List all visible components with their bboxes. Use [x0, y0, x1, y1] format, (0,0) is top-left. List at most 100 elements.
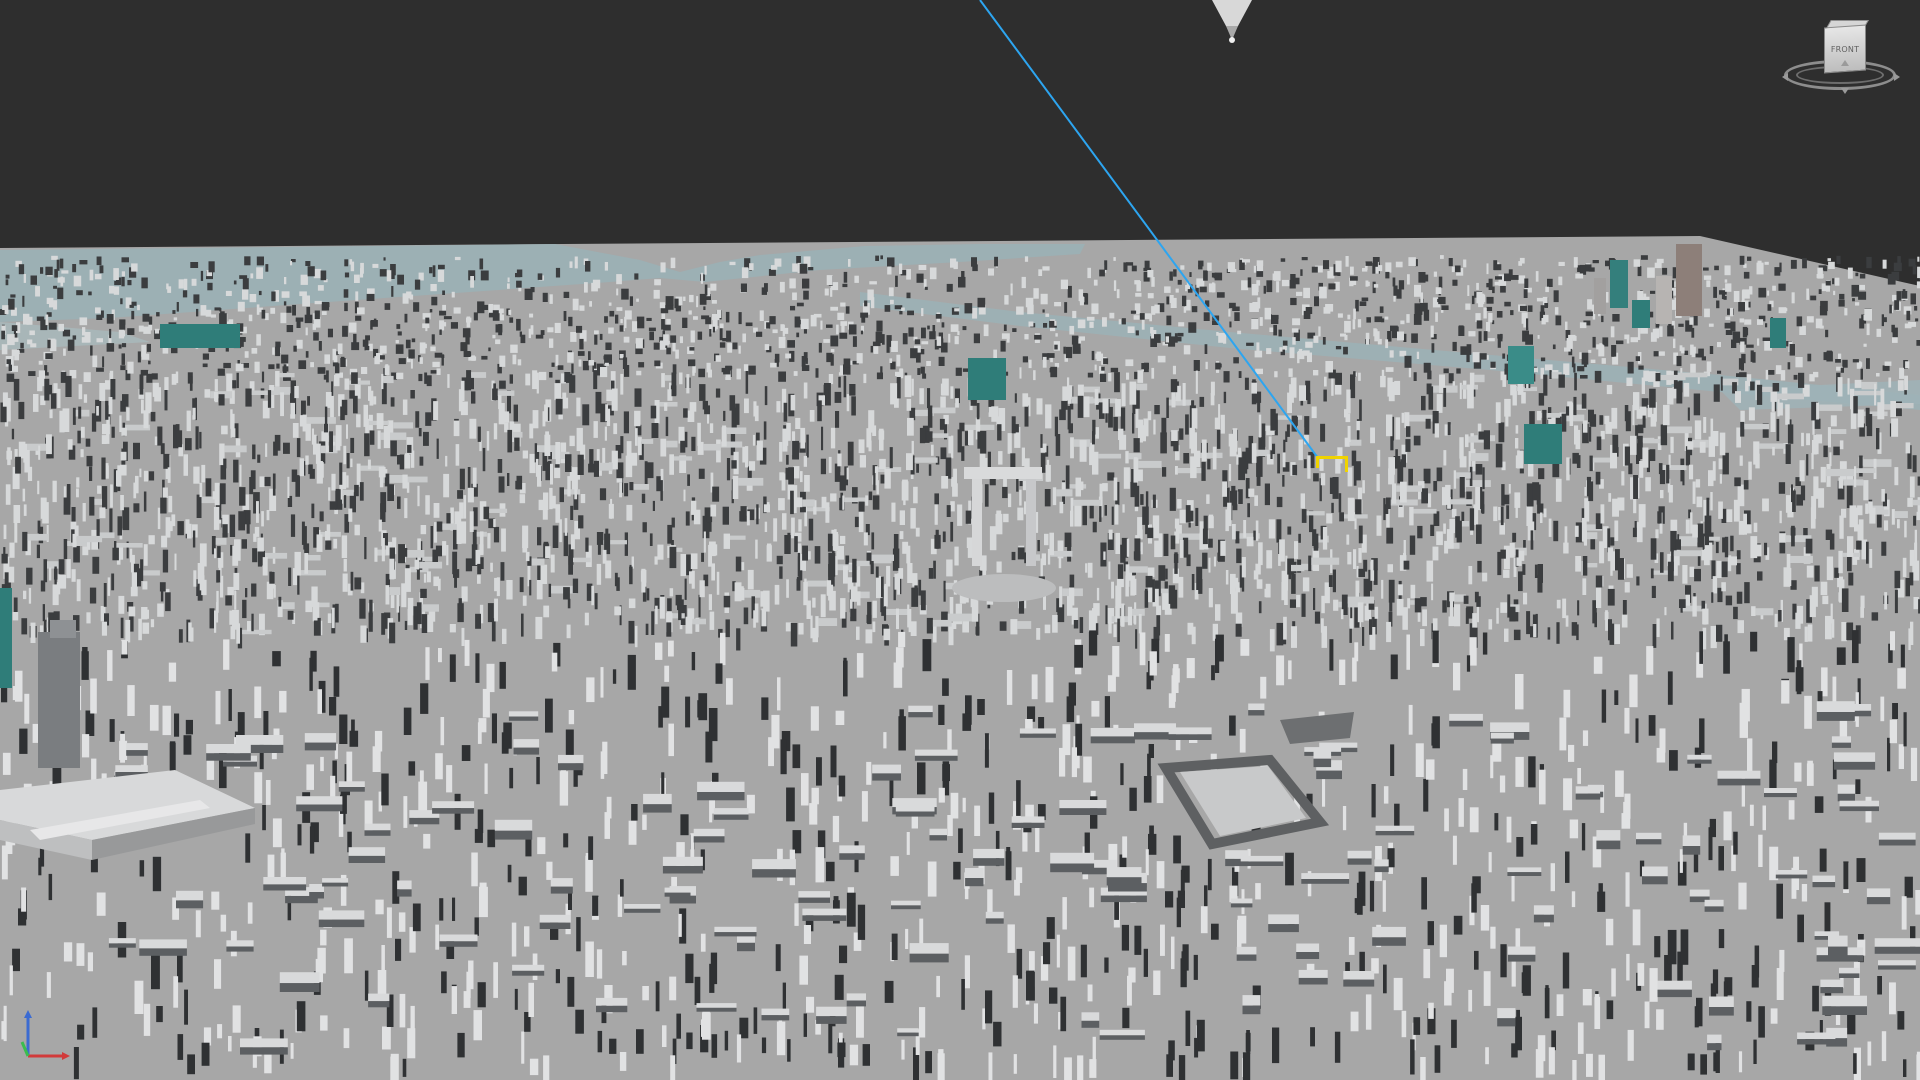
building	[1794, 762, 1802, 782]
building	[1093, 279, 1098, 286]
building	[490, 562, 493, 572]
building	[1739, 372, 1747, 378]
building	[90, 345, 93, 356]
building	[1422, 609, 1427, 627]
building	[1152, 579, 1155, 603]
building	[1525, 334, 1533, 345]
building	[398, 544, 405, 564]
building	[650, 405, 657, 419]
3d-viewport[interactable]: FRONT	[0, 0, 1920, 1080]
building	[1190, 456, 1197, 479]
building	[439, 898, 444, 921]
building	[30, 275, 37, 285]
building	[344, 272, 350, 278]
building	[493, 383, 496, 401]
building	[827, 533, 833, 552]
building	[942, 531, 946, 543]
city-model-scene[interactable]	[0, 0, 1920, 1080]
building	[320, 756, 324, 772]
building	[92, 355, 98, 368]
building	[548, 583, 552, 597]
building	[1175, 466, 1178, 475]
building	[689, 571, 695, 584]
building	[1518, 261, 1522, 266]
building	[1108, 561, 1111, 580]
building	[1758, 834, 1763, 867]
building	[629, 296, 633, 306]
building	[1652, 624, 1657, 648]
building	[857, 591, 861, 606]
building	[228, 689, 232, 721]
building	[1712, 576, 1718, 594]
building	[148, 360, 151, 365]
building	[413, 302, 420, 312]
building	[364, 970, 369, 1001]
building	[996, 561, 1002, 573]
building	[1342, 806, 1347, 831]
building	[660, 262, 666, 273]
building	[1385, 271, 1390, 279]
building	[1013, 1054, 1017, 1074]
building	[1307, 393, 1311, 405]
building	[1897, 519, 1900, 529]
building	[882, 334, 885, 345]
building	[304, 543, 310, 554]
building	[1350, 1011, 1359, 1032]
building	[1741, 290, 1745, 302]
building	[1793, 374, 1798, 380]
building	[1482, 467, 1485, 490]
building	[1006, 670, 1013, 705]
building	[1741, 353, 1746, 364]
building	[1113, 257, 1116, 261]
building	[386, 907, 392, 938]
building	[1863, 343, 1867, 347]
building	[704, 265, 707, 275]
building	[261, 309, 266, 319]
building	[1165, 336, 1169, 343]
building	[821, 426, 824, 451]
building	[1818, 289, 1822, 294]
building	[608, 327, 614, 334]
building	[1746, 1001, 1752, 1022]
building	[1588, 267, 1595, 272]
building	[549, 495, 556, 509]
building	[1712, 431, 1719, 447]
building	[736, 368, 741, 380]
building	[842, 495, 845, 510]
building	[316, 534, 323, 552]
building	[1343, 346, 1348, 355]
building	[1660, 552, 1664, 573]
building	[636, 316, 645, 329]
building	[1739, 702, 1748, 738]
building	[310, 362, 314, 368]
building	[569, 261, 573, 268]
building	[193, 570, 197, 587]
building	[1414, 284, 1421, 297]
building	[926, 361, 931, 366]
building	[1841, 588, 1849, 612]
building	[492, 310, 500, 321]
building	[1251, 382, 1257, 394]
building	[109, 508, 113, 533]
building	[257, 454, 261, 463]
building	[465, 558, 473, 572]
building	[1291, 328, 1299, 333]
building	[488, 304, 494, 315]
building	[446, 765, 453, 793]
building	[998, 451, 1003, 465]
building	[1347, 552, 1352, 565]
building	[578, 515, 584, 529]
building	[497, 459, 503, 473]
building	[383, 375, 394, 384]
building	[1612, 314, 1620, 322]
building	[1523, 289, 1528, 298]
building	[1541, 318, 1546, 325]
building	[1241, 280, 1249, 291]
building	[208, 261, 215, 273]
building	[544, 404, 548, 422]
building	[1795, 612, 1801, 629]
building	[1904, 520, 1907, 538]
building	[803, 455, 807, 467]
building	[1537, 335, 1540, 339]
building	[799, 263, 808, 274]
